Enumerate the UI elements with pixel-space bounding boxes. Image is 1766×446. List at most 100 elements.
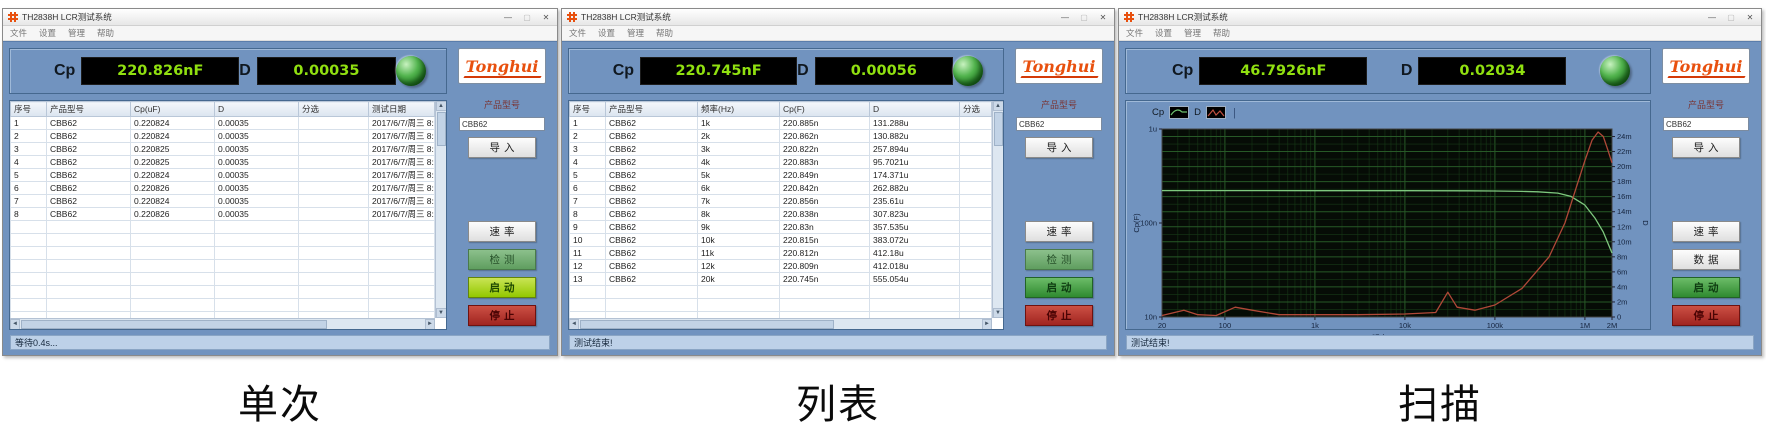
legend-cp-label[interactable]: Cp [1152,107,1164,118]
menu-manage[interactable]: 管理 [68,27,85,39]
maximize-button[interactable]: ▢ [521,13,533,22]
minimize-button[interactable]: — [502,13,514,22]
column-header[interactable]: 分选 [298,101,369,117]
column-header[interactable]: D [869,101,960,117]
scroll-thumb[interactable] [580,319,834,329]
table-cell: 4k [697,155,780,169]
table-row[interactable]: 2CBB620.2208240.00035 2017/6/7/周三 8:52 [10,129,435,143]
menu-manage[interactable]: 管理 [627,27,644,39]
import-button[interactable]: 导入 [1025,137,1093,158]
minimize-button[interactable]: — [1059,13,1071,22]
legend-d-label[interactable]: D [1194,107,1201,118]
close-button[interactable]: ✕ [1097,13,1109,22]
menu-file[interactable]: 文件 [569,27,586,39]
table-row[interactable]: 2 CBB62 2k 220.862n 130.882u [569,129,992,143]
product-model-input[interactable] [1663,117,1749,131]
minimize-button[interactable]: — [1706,13,1718,22]
menu-help[interactable]: 帮助 [1213,27,1230,39]
rate-button[interactable]: 速率 [1672,221,1740,242]
scroll-left-icon[interactable]: ◄ [569,318,579,329]
menu-file[interactable]: 文件 [10,27,27,39]
table-cell: 12 [569,259,606,273]
table-row[interactable]: 3 CBB62 3k 220.822n 257.894u [569,142,992,156]
detect-button[interactable]: 检测 [468,249,536,270]
product-model-input[interactable] [459,117,545,131]
vertical-scrollbar[interactable]: ▲ ▼ [992,101,1003,318]
rate-button[interactable]: 速率 [468,221,536,242]
column-header[interactable]: 分选 [959,101,992,117]
d-curve-icon[interactable] [1206,106,1227,119]
table-row[interactable]: 6CBB620.2208260.00035 2017/6/7/周三 8:52 [10,181,435,195]
menu-settings[interactable]: 设置 [598,27,615,39]
column-header[interactable]: 产品型号 [46,101,131,117]
column-header[interactable]: 频率(Hz) [697,101,780,117]
table-row[interactable]: 8CBB620.2208260.00035 2017/6/7/周三 8:52 [10,207,435,221]
sidebar: Tonghui 产品型号 导入 速率 检测 启动 停止 [453,48,551,330]
table-row[interactable]: 10 CBB62 10k 220.815n 383.072u [569,233,992,247]
table-row[interactable]: 4 CBB62 4k 220.883n 95.7021u [569,155,992,169]
menu-file[interactable]: 文件 [1126,27,1143,39]
maximize-button[interactable]: ▢ [1078,13,1090,22]
titlebar[interactable]: TH2838H LCR测试系统 — ▢ ✕ [3,9,557,26]
scroll-thumb[interactable] [436,112,446,146]
scroll-up-icon[interactable]: ▲ [992,101,1003,111]
table-row[interactable]: 5CBB620.2208240.00035 2017/6/7/周三 8:52 [10,168,435,182]
table-row[interactable]: 4CBB620.2208250.00035 2017/6/7/周三 8:52 [10,155,435,169]
close-button[interactable]: ✕ [540,13,552,22]
scroll-left-icon[interactable]: ◄ [10,318,20,329]
horizontal-scrollbar[interactable]: ◄ ► [569,318,992,329]
product-model-input[interactable] [1016,117,1102,131]
menu-settings[interactable]: 设置 [39,27,56,39]
svg-text:22m: 22m [1617,147,1632,156]
stop-button[interactable]: 停止 [1672,305,1740,326]
cp-curve-icon[interactable] [1169,106,1190,119]
column-header[interactable]: Cp(F) [779,101,870,117]
data-button[interactable]: 数据 [1672,249,1740,270]
scroll-right-icon[interactable]: ► [982,318,992,329]
menu-manage[interactable]: 管理 [1184,27,1201,39]
column-header[interactable]: 序号 [10,101,47,117]
import-button[interactable]: 导入 [468,137,536,158]
close-button[interactable]: ✕ [1744,13,1756,22]
menu-help[interactable]: 帮助 [97,27,114,39]
table-row[interactable]: 9 CBB62 9k 220.83n 357.535u [569,220,992,234]
scroll-down-icon[interactable]: ▼ [435,308,446,318]
table-row[interactable]: 8 CBB62 8k 220.838n 307.823u [569,207,992,221]
import-button[interactable]: 导入 [1672,137,1740,158]
maximize-button[interactable]: ▢ [1725,13,1737,22]
stop-button[interactable]: 停止 [468,305,536,326]
table-row[interactable]: 7CBB620.2208240.00035 2017/6/7/周三 8:52 [10,194,435,208]
column-header[interactable]: D [214,101,299,117]
scroll-thumb[interactable] [21,319,327,329]
table-row[interactable]: 1 CBB62 1k 220.885n 131.288u [569,116,992,130]
table-row[interactable]: 12 CBB62 12k 220.809n 412.018u [569,259,992,273]
menu-settings[interactable]: 设置 [1155,27,1172,39]
horizontal-scrollbar[interactable]: ◄ ► [10,318,435,329]
table-row[interactable]: 11 CBB62 11k 220.812n 412.18u [569,246,992,260]
table-cell: 0.220824 [130,168,215,182]
rate-button[interactable]: 速率 [1025,221,1093,242]
titlebar[interactable]: TH2838H LCR测试系统 — ▢ ✕ [562,9,1114,26]
detect-button[interactable]: 检测 [1025,249,1093,270]
table-row[interactable]: 6 CBB62 6k 220.842n 262.882u [569,181,992,195]
start-button[interactable]: 启动 [468,277,536,298]
scroll-down-icon[interactable]: ▼ [992,308,1003,318]
table-row[interactable]: 1CBB620.2208240.00035 2017/6/7/周三 8:52 [10,116,435,130]
menu-help[interactable]: 帮助 [656,27,673,39]
table-row[interactable]: 7 CBB62 7k 220.856n 235.61u [569,194,992,208]
scroll-thumb[interactable] [993,112,1003,146]
column-header[interactable]: Cp(uF) [130,101,215,117]
column-header[interactable]: 测试日期 [368,101,435,117]
start-button[interactable]: 启动 [1672,277,1740,298]
table-row[interactable]: 13 CBB62 20k 220.745n 555.054u [569,272,992,286]
column-header[interactable]: 序号 [569,101,606,117]
vertical-scrollbar[interactable]: ▲ ▼ [435,101,446,318]
column-header[interactable]: 产品型号 [605,101,698,117]
start-button[interactable]: 启动 [1025,277,1093,298]
table-row[interactable]: 5 CBB62 5k 220.849n 174.371u [569,168,992,182]
stop-button[interactable]: 停止 [1025,305,1093,326]
scroll-up-icon[interactable]: ▲ [435,101,446,111]
scroll-right-icon[interactable]: ► [425,318,435,329]
table-row[interactable]: 3CBB620.2208250.00035 2017/6/7/周三 8:52 [10,142,435,156]
titlebar[interactable]: TH2838H LCR测试系统 — ▢ ✕ [1119,9,1761,26]
